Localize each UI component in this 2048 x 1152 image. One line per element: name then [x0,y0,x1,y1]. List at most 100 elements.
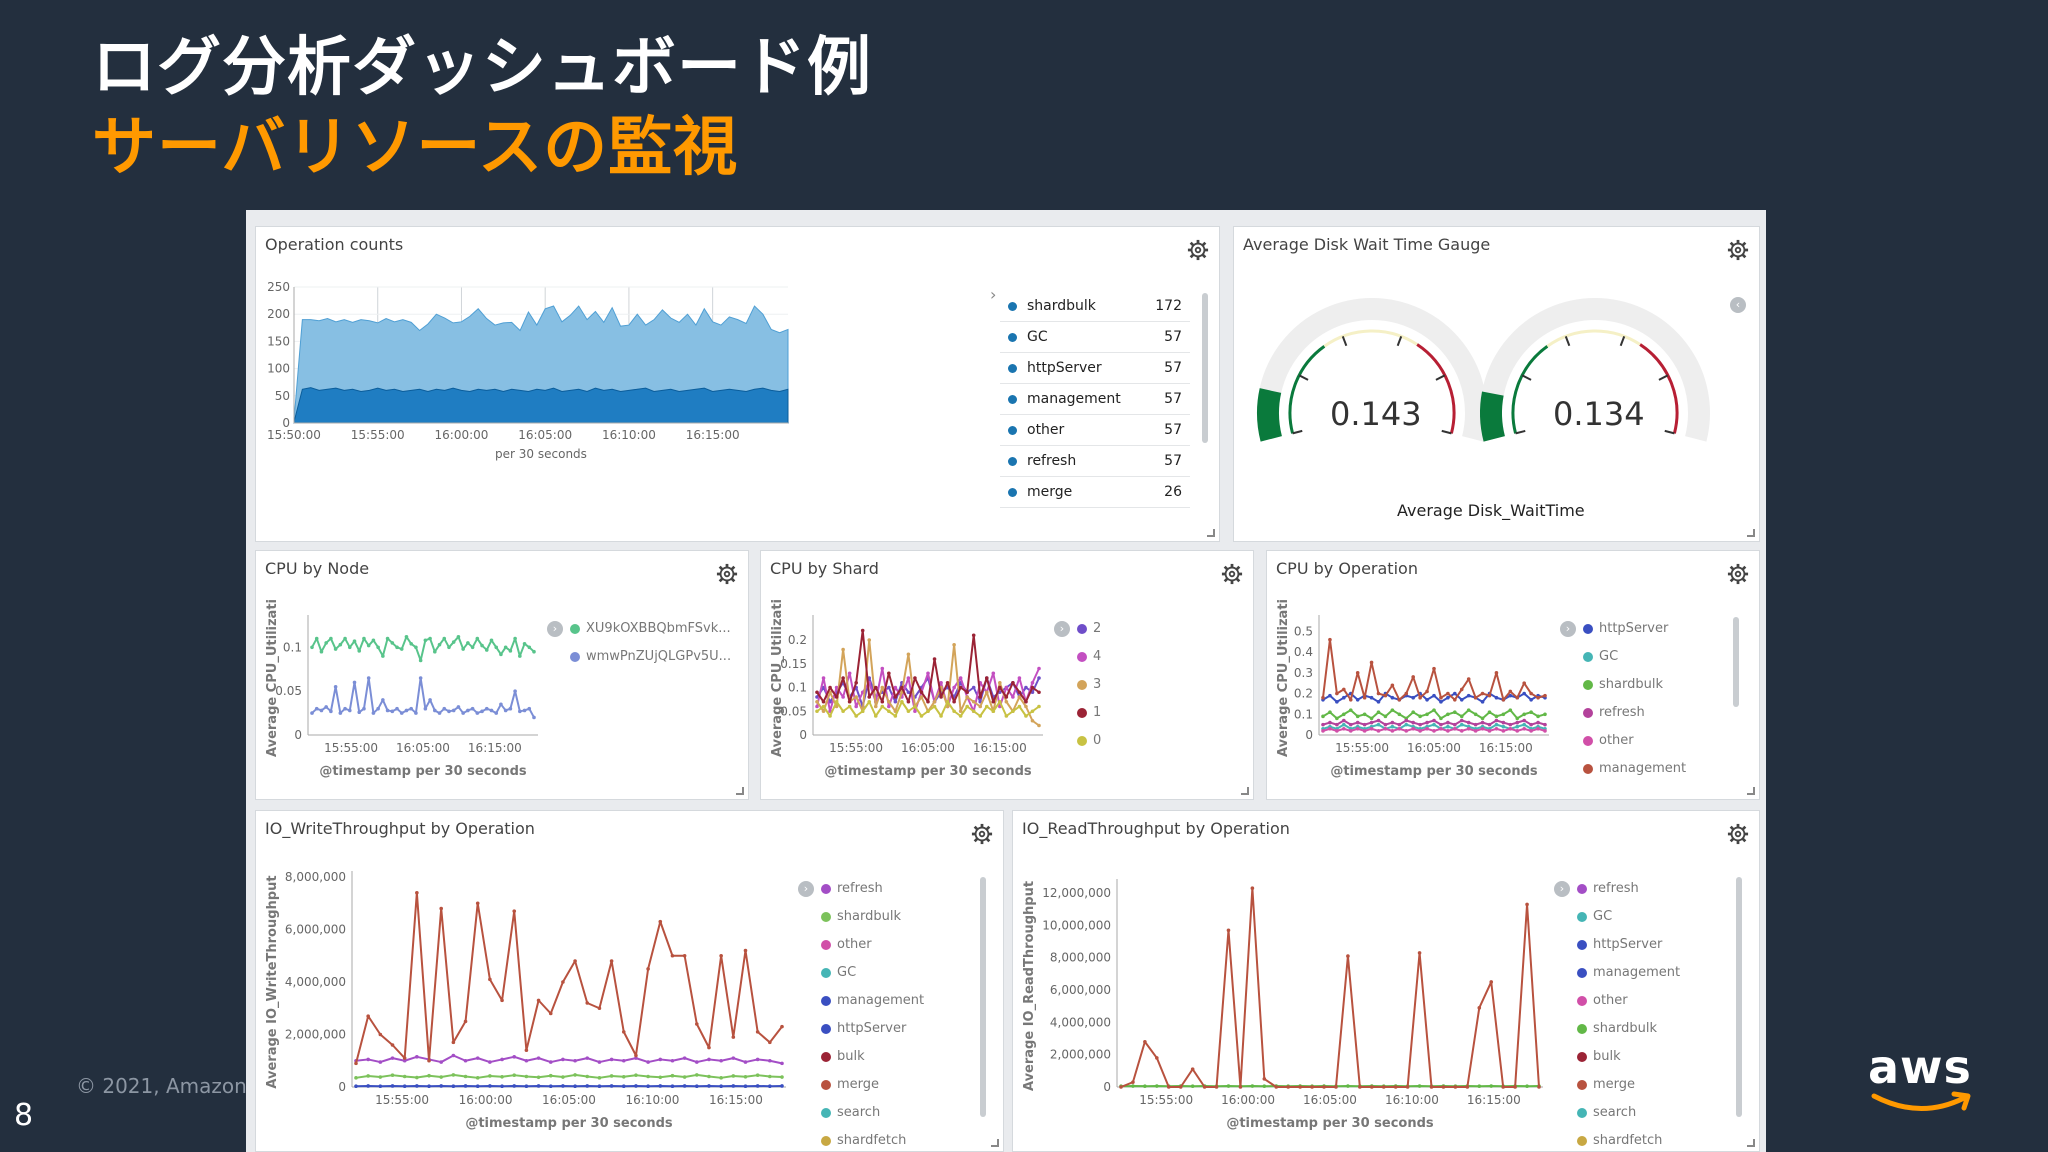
data-point [561,1057,565,1062]
legend-item[interactable]: refresh [821,875,924,903]
legend-row[interactable]: management 57 [1000,384,1190,415]
legend-row[interactable]: merge 26 [1000,477,1190,508]
x-tick-label: 16:15:00 [468,741,522,755]
legend-scrollbar[interactable] [980,877,986,1117]
gear-icon[interactable] [1187,239,1209,261]
legend-row[interactable]: shardbulk 172 [1000,291,1190,322]
legend-item[interactable]: refresh [1583,699,1686,727]
data-point [381,654,385,658]
legend-item[interactable]: 4 [1077,643,1101,671]
legend-toggle-icon[interactable]: › [547,621,563,637]
legend-item[interactable]: bulk [821,1043,924,1071]
legend-item[interactable]: shardbulk [1577,1015,1680,1043]
legend-dot [1077,736,1087,746]
data-point [1321,729,1325,733]
resize-handle[interactable] [1747,1139,1755,1147]
legend-item[interactable]: GC [821,959,924,987]
legend-scrollbar[interactable] [1733,617,1739,707]
resize-handle[interactable] [1207,529,1215,537]
legend-label: refresh [837,881,883,896]
data-point [958,714,963,718]
data-point [1425,712,1429,717]
resize-handle[interactable] [1241,787,1249,795]
legend-toggle-icon[interactable]: › [1560,621,1576,637]
y-tick-label: 200 [267,307,290,321]
data-point [1473,712,1478,717]
data-point [376,645,380,650]
resize-handle[interactable] [1747,787,1755,795]
data-point [873,685,878,690]
legend-toggle-icon[interactable]: › [1554,881,1570,897]
legend-item[interactable]: GC [1583,643,1686,671]
data-point [433,649,437,654]
data-point [952,709,956,714]
data-point [939,695,943,699]
data-point [1432,708,1436,712]
legend-item[interactable]: refresh [1577,875,1680,903]
legend-item[interactable]: GC [1577,903,1680,931]
data-point [854,680,858,685]
legend-name: httpServer [1027,360,1102,376]
data-point [768,1058,772,1063]
legend-scrollbar[interactable] [1736,877,1742,1117]
data-point [1397,697,1402,702]
data-point [439,1084,443,1088]
legend-item[interactable]: 1 [1077,699,1101,727]
legend-item[interactable]: 2 [1077,615,1101,643]
legend-row[interactable]: other 57 [1000,415,1190,446]
gear-icon[interactable] [716,563,738,585]
legend-toggle-icon[interactable]: › [798,881,814,897]
legend-item[interactable]: XU9kOXBBQbmFSvk... [570,615,731,643]
legend-dot [821,940,831,950]
legend-item[interactable]: shardfetch [821,1127,924,1151]
legend-item[interactable]: other [1577,987,1680,1015]
data-point [499,702,503,707]
legend-item[interactable]: other [821,931,924,959]
legend-item[interactable]: wmwPnZUjQLGPv5U... [570,643,731,671]
legend-item[interactable]: merge [821,1071,924,1099]
legend-item[interactable]: merge [1577,1071,1680,1099]
legend-item[interactable]: management [1577,959,1680,987]
data-point [841,695,845,699]
data-point [1446,729,1450,733]
legend-item[interactable]: shardbulk [821,903,924,931]
legend-item[interactable]: shardfetch [1577,1127,1680,1151]
legend-item[interactable]: search [821,1099,924,1127]
data-point [1432,729,1436,733]
resize-handle[interactable] [991,1139,999,1147]
gear-icon[interactable] [1727,563,1749,585]
gauge-tick [1564,336,1571,347]
data-point [500,998,504,1003]
legend-toggle-icon[interactable]: › [1054,621,1070,637]
data-point [670,953,675,958]
resize-handle[interactable] [1747,529,1755,537]
data-point [333,647,338,651]
legend-item[interactable]: other [1583,727,1686,755]
data-point [854,714,858,718]
legend-item[interactable]: shardbulk [1583,671,1686,699]
data-point [1376,729,1381,733]
legend-item[interactable]: 3 [1077,671,1101,699]
data-point [489,638,494,643]
data-point [1494,714,1499,719]
legend-scrollbar[interactable] [1202,293,1208,443]
data-point [1543,729,1547,733]
legend-item[interactable]: bulk [1577,1043,1680,1071]
data-point [488,977,492,982]
legend-item[interactable]: management [821,987,924,1015]
data-point [1226,1084,1231,1088]
legend-item[interactable]: search [1577,1099,1680,1127]
legend-item[interactable]: httpServer [1583,615,1686,643]
legend-row[interactable]: refresh 57 [1000,446,1190,477]
legend-item[interactable]: management [1583,755,1686,783]
legend-row[interactable]: GC 57 [1000,322,1190,353]
legend-item[interactable]: httpServer [821,1015,924,1043]
legend-item[interactable]: httpServer [1577,931,1680,959]
gear-icon[interactable] [1221,563,1243,585]
gear-icon[interactable] [1727,823,1749,845]
legend-row[interactable]: httpServer 57 [1000,353,1190,384]
resize-handle[interactable] [736,787,744,795]
gear-icon[interactable] [971,823,993,845]
legend-item[interactable]: 0 [1077,727,1101,755]
chevron-right-icon[interactable]: › [990,285,996,304]
